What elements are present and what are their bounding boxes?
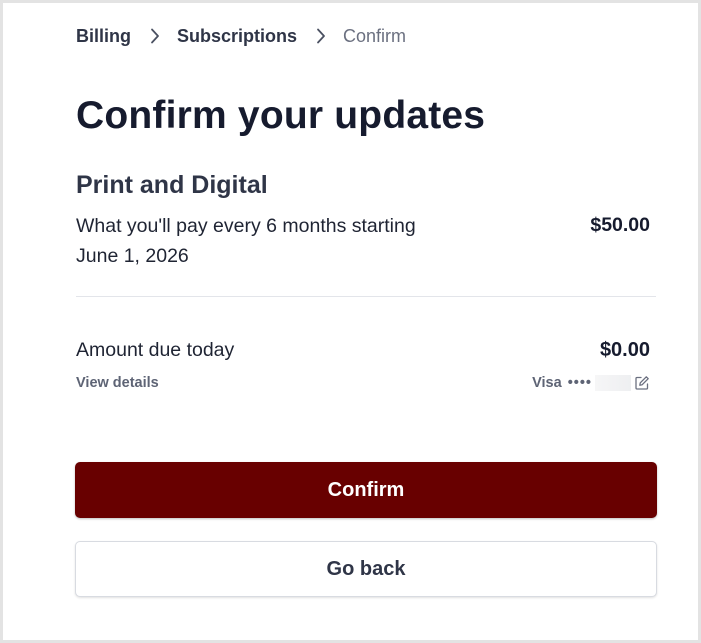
- plan-name: Print and Digital: [76, 171, 268, 199]
- payment-method: Visa ••••: [532, 373, 650, 393]
- divider: [76, 296, 656, 297]
- breadcrumb-subscriptions[interactable]: Subscriptions: [177, 25, 297, 47]
- card-number-redaction: [595, 375, 631, 391]
- edit-icon[interactable]: [634, 375, 650, 391]
- chevron-right-icon: [310, 25, 332, 47]
- breadcrumb-billing[interactable]: Billing: [76, 25, 131, 47]
- card-masked-number: ••••: [567, 375, 592, 391]
- amount-due-value: $0.00: [599, 339, 650, 361]
- breadcrumb: Billing Subscriptions Confirm: [76, 25, 406, 47]
- chevron-right-icon: [144, 25, 166, 47]
- plan-description: What you'll pay every 6 months starting …: [76, 215, 416, 267]
- breadcrumb-confirm: Confirm: [343, 26, 407, 46]
- card-brand: Visa: [532, 375, 562, 391]
- view-details-link[interactable]: View details: [76, 373, 159, 393]
- page-title: Confirm your updates: [76, 94, 486, 137]
- plan-price: $50.00: [590, 214, 650, 236]
- confirm-button[interactable]: Confirm: [75, 462, 657, 518]
- go-back-button[interactable]: Go back: [75, 541, 657, 597]
- amount-due-label: Amount due today: [76, 339, 235, 361]
- dialog-frame: Billing Subscriptions Confirm Confirm yo…: [0, 0, 701, 643]
